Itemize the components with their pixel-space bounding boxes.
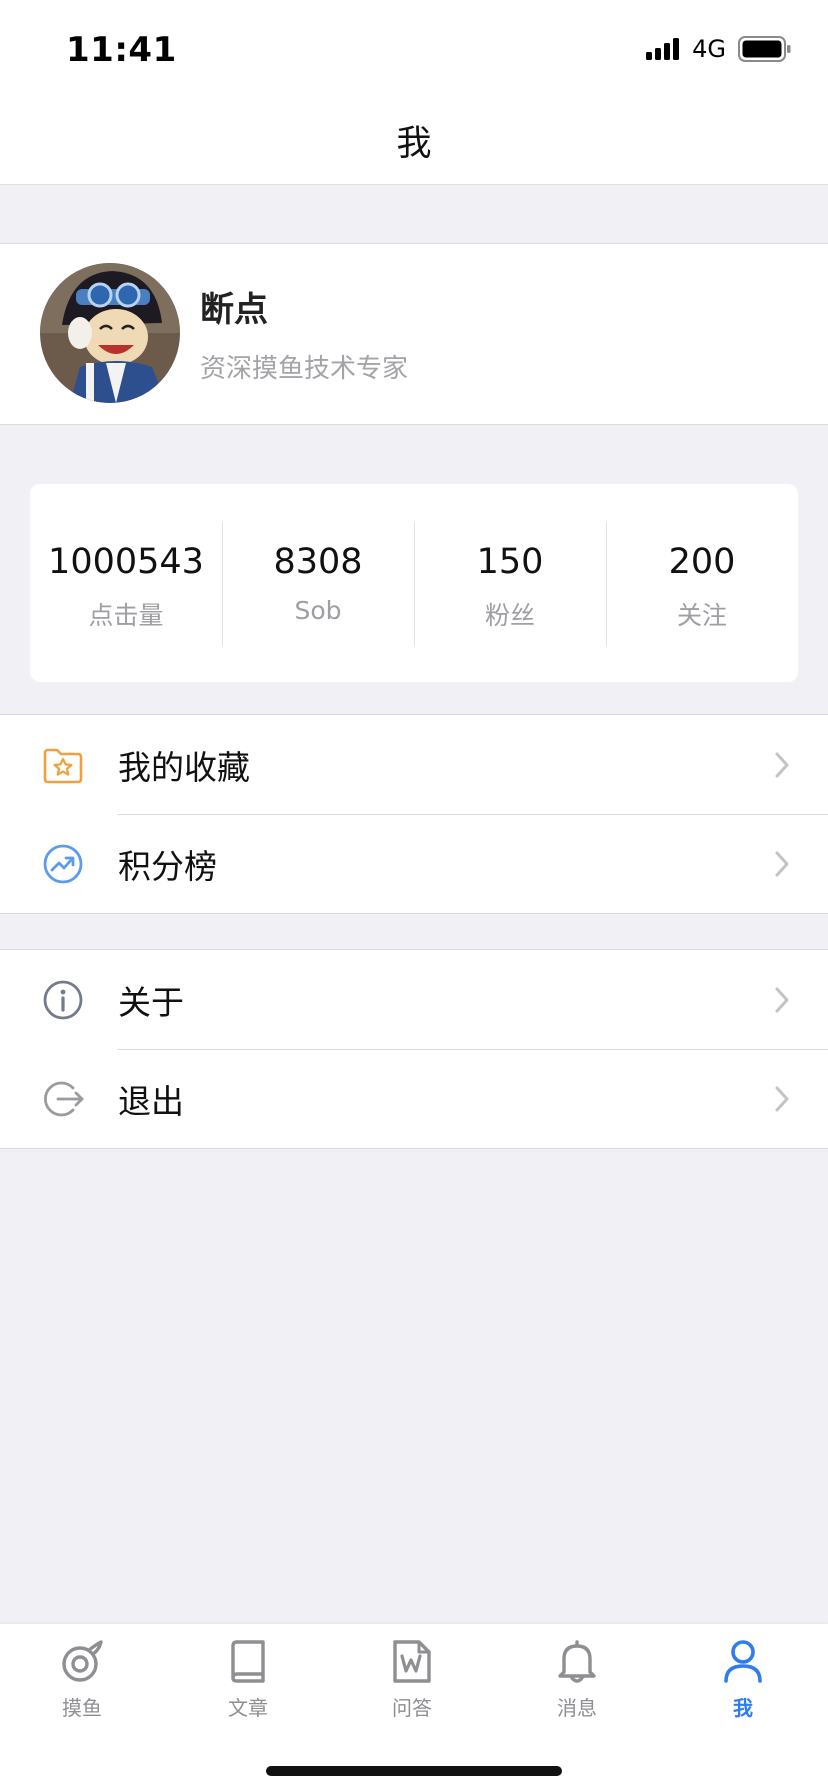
logout-icon [44,1081,84,1117]
fish-icon [62,1640,103,1682]
tab-messages[interactable]: 消息 [522,1638,632,1738]
menu-item-leaderboard[interactable]: 积分榜 [0,814,828,913]
stat-fans[interactable]: 150 粉丝 [414,484,606,682]
page-title: 我 [396,123,432,164]
stats-card: 1000543 点击量 8308 Sob 150 粉丝 200 关注 [30,484,798,682]
menu-group-primary: 我的收藏 积分榜 [0,714,828,914]
profile-screen: 11:41 4G 我 断点 资深摸鱼技术专家 1000543 点击量 8308 … [0,0,828,1792]
stat-value: 150 [476,542,544,582]
status-time: 11:41 [66,30,177,70]
menu-group-secondary: 关于 退出 [0,949,828,1149]
tab-moyu[interactable]: 摸鱼 [27,1638,137,1738]
tab-me[interactable]: 我 [688,1638,798,1738]
signal-icon [646,38,680,60]
qa-doc-icon [393,1640,431,1683]
tab-label: 问答 [392,1696,432,1720]
tab-qa[interactable]: 问答 [357,1638,467,1738]
status-indicators: 4G [646,34,792,64]
menu-label: 关于 [118,982,184,1022]
chevron-right-icon [775,1086,789,1112]
stat-clicks[interactable]: 1000543 点击量 [30,484,222,682]
tab-label: 摸鱼 [62,1696,102,1720]
tab-label: 我 [733,1696,753,1720]
menu-label: 退出 [118,1081,184,1121]
battery-icon [738,36,791,62]
stat-label: 关注 [676,601,727,630]
status-bar: 11:41 4G [0,0,828,96]
profile-name: 断点 [200,290,268,330]
tab-articles[interactable]: 文章 [193,1638,303,1738]
home-indicator[interactable] [266,1766,562,1776]
menu-label: 积分榜 [118,846,217,886]
chevron-right-icon [775,987,789,1013]
info-icon [43,980,83,1020]
navigation-bar: 我 [0,96,828,185]
tab-label: 文章 [228,1696,268,1720]
stat-sob[interactable]: 8308 Sob [222,484,414,682]
book-icon [231,1640,265,1683]
avatar[interactable] [40,263,180,403]
menu-item-favorites[interactable]: 我的收藏 [0,715,828,814]
star-folder-icon [43,748,83,784]
menu-label: 我的收藏 [118,747,250,787]
profile-header[interactable]: 断点 资深摸鱼技术专家 [0,243,828,425]
stat-value: 8308 [273,542,363,582]
stat-label: 点击量 [88,601,164,630]
avatar-image [40,263,180,403]
bell-icon [558,1640,596,1683]
profile-subtitle: 资深摸鱼技术专家 [200,354,409,384]
person-icon [724,1640,762,1683]
network-type: 4G [692,35,726,63]
stat-following[interactable]: 200 关注 [606,484,798,682]
stat-value: 200 [668,542,736,582]
chevron-right-icon [775,752,789,778]
chevron-right-icon [775,851,789,877]
trending-icon [43,844,83,884]
tab-label: 消息 [557,1696,597,1720]
stat-label: Sob [294,596,342,625]
stat-value: 1000543 [48,542,204,582]
menu-item-logout[interactable]: 退出 [0,1049,828,1148]
stat-label: 粉丝 [484,601,535,630]
menu-item-about[interactable]: 关于 [0,950,828,1049]
